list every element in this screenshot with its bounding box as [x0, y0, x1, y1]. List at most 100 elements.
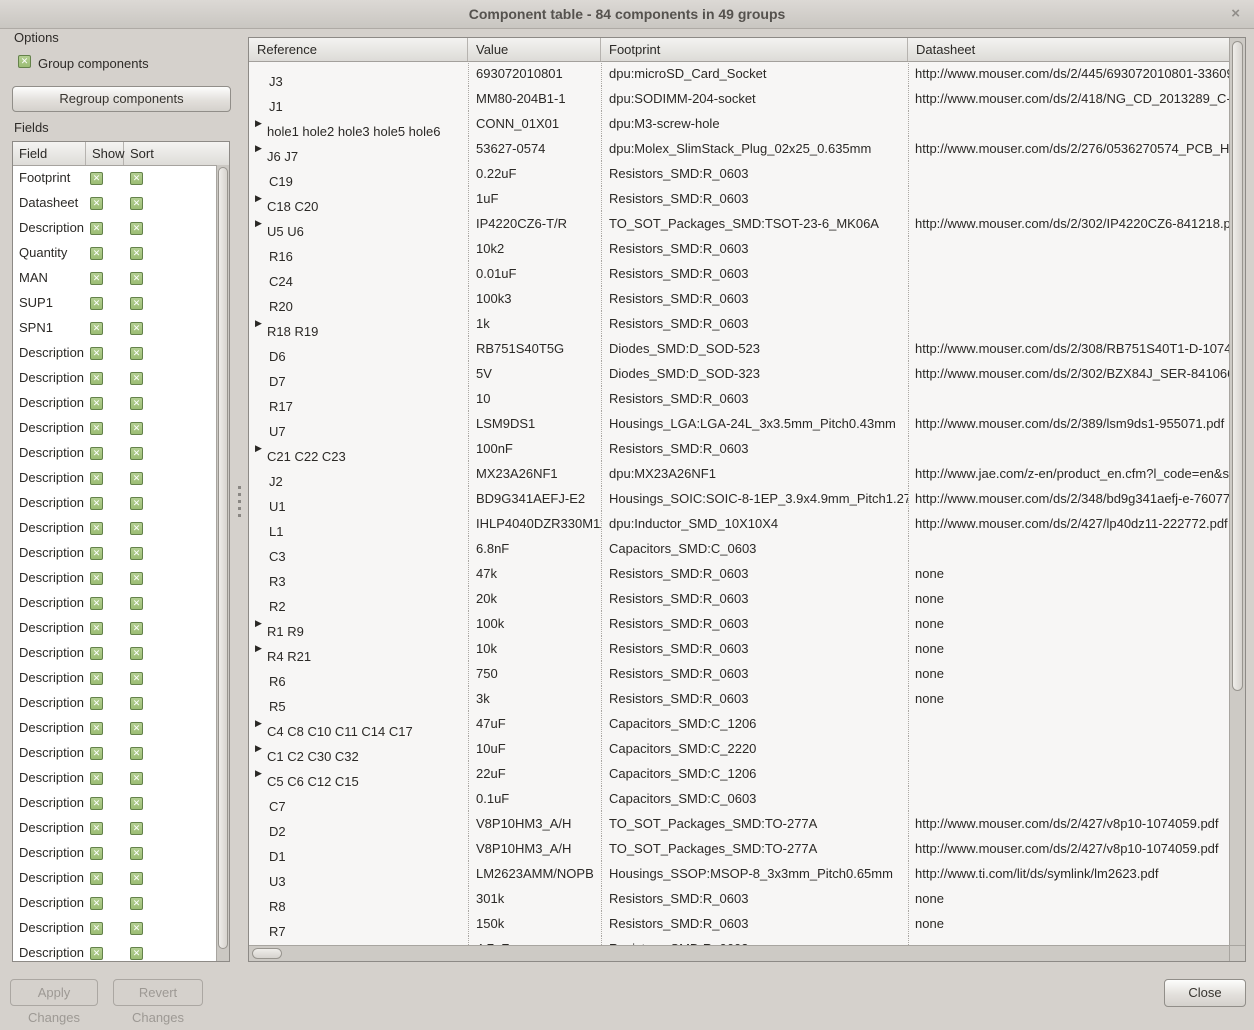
cell-datasheet[interactable]: none: [908, 611, 1229, 636]
cell-value[interactable]: 150k: [468, 911, 601, 936]
vertical-scrollbar[interactable]: [1229, 38, 1245, 945]
cell-datasheet[interactable]: [908, 311, 1229, 336]
cell-reference[interactable]: J2: [249, 461, 468, 486]
cell-value[interactable]: 0.1uF: [468, 786, 601, 811]
cell-reference[interactable]: U7: [249, 411, 468, 436]
field-show-checkbox[interactable]: ✕: [90, 447, 103, 460]
cell-reference[interactable]: D7: [249, 361, 468, 386]
fields-header-field[interactable]: Field: [13, 142, 86, 165]
field-row[interactable]: Description✕✕: [13, 390, 216, 415]
cell-reference[interactable]: C7: [249, 786, 468, 811]
cell-datasheet[interactable]: none: [908, 636, 1229, 661]
field-show-checkbox[interactable]: ✕: [90, 472, 103, 485]
cell-reference[interactable]: R3: [249, 561, 468, 586]
cell-reference[interactable]: D2: [249, 811, 468, 836]
field-show-checkbox[interactable]: ✕: [90, 772, 103, 785]
cell-value[interactable]: 3k: [468, 686, 601, 711]
table-row[interactable]: D1V8P10HM3_A/HTO_SOT_Packages_SMD:TO-277…: [249, 836, 1229, 861]
field-show-checkbox[interactable]: ✕: [90, 697, 103, 710]
cell-footprint[interactable]: dpu:SODIMM-204-socket: [601, 86, 908, 111]
field-row[interactable]: Description✕✕: [13, 465, 216, 490]
field-sort-checkbox[interactable]: ✕: [130, 897, 143, 910]
cell-reference[interactable]: ▶C21 C22 C23: [249, 436, 468, 461]
cell-footprint[interactable]: Capacitors_SMD:C_0603: [601, 786, 908, 811]
table-row[interactable]: J2MX23A26NF1dpu:MX23A26NF1http://www.jae…: [249, 461, 1229, 486]
cell-value[interactable]: V8P10HM3_A/H: [468, 811, 601, 836]
cell-datasheet[interactable]: http://www.ti.com/lit/ds/symlink/lm2623.…: [908, 861, 1229, 886]
cell-reference[interactable]: R16: [249, 236, 468, 261]
table-row[interactable]: R220kResistors_SMD:R_0603none: [249, 586, 1229, 611]
cell-datasheet[interactable]: [908, 761, 1229, 786]
cell-value[interactable]: 10uF: [468, 736, 601, 761]
cell-value[interactable]: V8P10HM3_A/H: [468, 836, 601, 861]
revert-changes-button[interactable]: Revert Changes: [113, 979, 203, 1006]
expander-icon[interactable]: ▶: [255, 311, 267, 336]
cell-reference[interactable]: C9: [249, 936, 468, 945]
window-close-icon[interactable]: ×: [1231, 0, 1240, 28]
cell-reference[interactable]: R2: [249, 586, 468, 611]
cell-value[interactable]: 301k: [468, 886, 601, 911]
field-show-checkbox[interactable]: ✕: [90, 897, 103, 910]
cell-footprint[interactable]: Resistors_SMD:R_0603: [601, 561, 908, 586]
field-sort-checkbox[interactable]: ✕: [130, 922, 143, 935]
field-row[interactable]: Description✕✕: [13, 340, 216, 365]
cell-footprint[interactable]: Resistors_SMD:R_0603: [601, 436, 908, 461]
cell-footprint[interactable]: Diodes_SMD:D_SOD-523: [601, 336, 908, 361]
field-row[interactable]: Datasheet✕✕: [13, 190, 216, 215]
field-show-checkbox[interactable]: ✕: [90, 347, 103, 360]
expander-icon[interactable]: ▶: [255, 611, 267, 636]
field-row[interactable]: SPN1✕✕: [13, 315, 216, 340]
cell-footprint[interactable]: Resistors_SMD:R_0603: [601, 636, 908, 661]
table-row[interactable]: C94.7nFResistors_SMD:R_0603: [249, 936, 1229, 945]
cell-footprint[interactable]: Resistors_SMD:R_0603: [601, 611, 908, 636]
field-show-checkbox[interactable]: ✕: [90, 597, 103, 610]
cell-footprint[interactable]: Housings_SSOP:MSOP-8_3x3mm_Pitch0.65mm: [601, 861, 908, 886]
field-sort-checkbox[interactable]: ✕: [130, 947, 143, 960]
cell-datasheet[interactable]: http://www.mouser.com/ds/2/348/bd9g341ae…: [908, 486, 1229, 511]
field-show-checkbox[interactable]: ✕: [90, 847, 103, 860]
field-sort-checkbox[interactable]: ✕: [130, 747, 143, 760]
field-show-checkbox[interactable]: ✕: [90, 672, 103, 685]
cell-reference[interactable]: ▶C1 C2 C30 C32: [249, 736, 468, 761]
column-header-reference[interactable]: Reference: [249, 38, 468, 61]
cell-footprint[interactable]: Resistors_SMD:R_0603: [601, 886, 908, 911]
table-row[interactable]: D75VDiodes_SMD:D_SOD-323http://www.mouse…: [249, 361, 1229, 386]
field-row[interactable]: Description✕✕: [13, 415, 216, 440]
field-sort-checkbox[interactable]: ✕: [130, 772, 143, 785]
panel-splitter-handle[interactable]: [236, 486, 242, 517]
expander-icon[interactable]: ▶: [255, 711, 267, 736]
field-show-checkbox[interactable]: ✕: [90, 722, 103, 735]
cell-reference[interactable]: ▶hole1 hole2 hole3 hole5 hole6: [249, 111, 468, 136]
field-show-checkbox[interactable]: ✕: [90, 197, 103, 210]
table-row[interactable]: ▶R1 R9100kResistors_SMD:R_0603none: [249, 611, 1229, 636]
cell-reference[interactable]: ▶J6 J7: [249, 136, 468, 161]
field-sort-checkbox[interactable]: ✕: [130, 872, 143, 885]
fields-scrollbar[interactable]: [216, 165, 229, 961]
horizontal-scrollbar[interactable]: [249, 945, 1229, 961]
group-components-label[interactable]: Group components: [38, 56, 149, 71]
field-row[interactable]: Description✕✕: [13, 590, 216, 615]
cell-value[interactable]: 4.7nF: [468, 936, 601, 945]
cell-reference[interactable]: J1: [249, 86, 468, 111]
field-sort-checkbox[interactable]: ✕: [130, 447, 143, 460]
field-row[interactable]: Description✕✕: [13, 490, 216, 515]
field-show-checkbox[interactable]: ✕: [90, 322, 103, 335]
field-sort-checkbox[interactable]: ✕: [130, 847, 143, 860]
field-show-checkbox[interactable]: ✕: [90, 522, 103, 535]
cell-reference[interactable]: C19: [249, 161, 468, 186]
cell-reference[interactable]: ▶C5 C6 C12 C15: [249, 761, 468, 786]
field-sort-checkbox[interactable]: ✕: [130, 622, 143, 635]
field-row[interactable]: Description✕✕: [13, 840, 216, 865]
cell-value[interactable]: 0.22uF: [468, 161, 601, 186]
cell-datasheet[interactable]: [908, 161, 1229, 186]
cell-reference[interactable]: ▶C4 C8 C10 C11 C14 C17: [249, 711, 468, 736]
table-row[interactable]: ▶C5 C6 C12 C1522uFCapacitors_SMD:C_1206: [249, 761, 1229, 786]
field-show-checkbox[interactable]: ✕: [90, 547, 103, 560]
table-row[interactable]: J3693072010801dpu:microSD_Card_Sockethtt…: [249, 61, 1229, 86]
cell-value[interactable]: MX23A26NF1: [468, 461, 601, 486]
cell-footprint[interactable]: dpu:Inductor_SMD_10X10X4: [601, 511, 908, 536]
field-show-checkbox[interactable]: ✕: [90, 297, 103, 310]
expander-icon[interactable]: ▶: [255, 761, 267, 786]
apply-changes-button[interactable]: Apply Changes: [10, 979, 98, 1006]
field-show-checkbox[interactable]: ✕: [90, 622, 103, 635]
